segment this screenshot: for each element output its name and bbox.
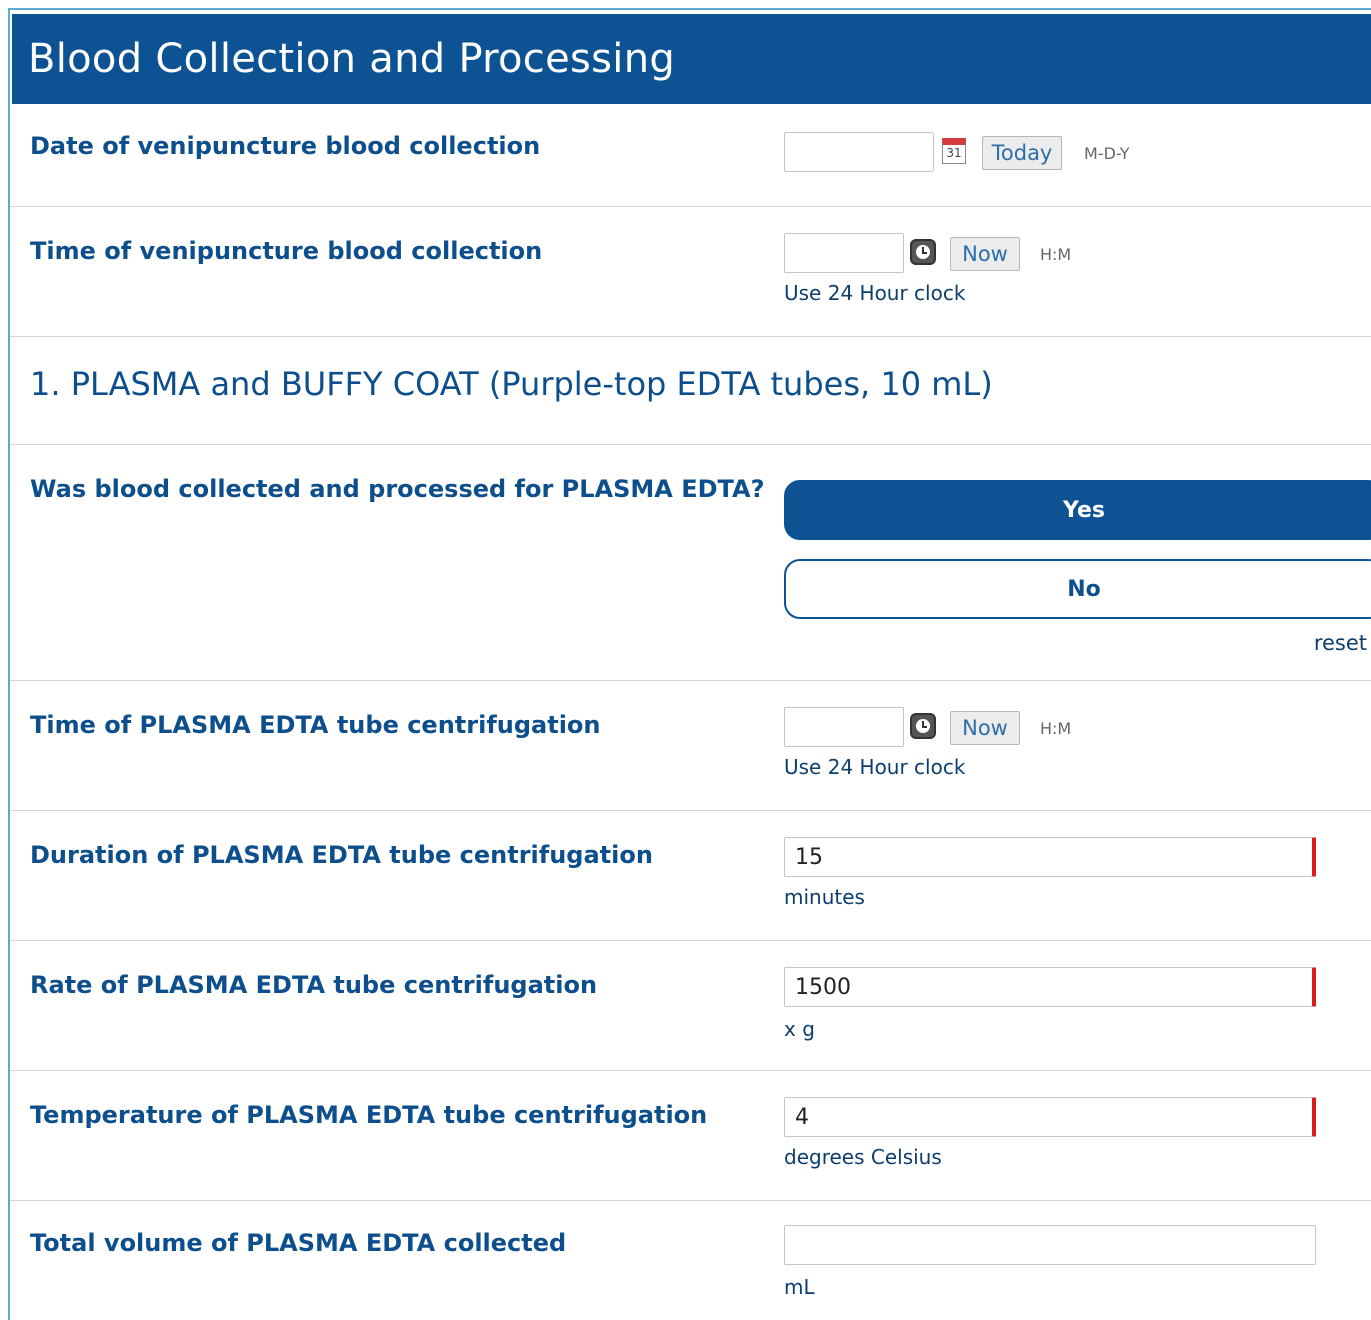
row-date-collection: Date of venipuncture blood collection 31… [10, 106, 1371, 206]
date-collection-input[interactable] [784, 132, 934, 172]
now-button[interactable]: Now [950, 237, 1020, 271]
row-time-centrifugation: Time of PLASMA EDTA tube centrifugation … [10, 680, 1371, 810]
now-button[interactable]: Now [950, 711, 1020, 745]
calendar-icon[interactable]: 31 [942, 138, 966, 164]
temperature-unit: degrees Celsius [784, 1145, 942, 1169]
rate-unit: x g [784, 1017, 815, 1041]
time-collection-label: Time of venipuncture blood collection [30, 237, 543, 265]
time-centrifugation-input[interactable] [784, 707, 904, 747]
section-title: 1. PLASMA and BUFFY COAT (Purple-top EDT… [30, 365, 993, 403]
row-plasma-collected: Was blood collected and processed for PL… [10, 444, 1371, 680]
time-clock-note: Use 24 Hour clock [784, 281, 966, 305]
time-clock-note: Use 24 Hour clock [784, 755, 966, 779]
time-centrifugation-label: Time of PLASMA EDTA tube centrifugation [30, 711, 601, 739]
temperature-label: Temperature of PLASMA EDTA tube centrifu… [30, 1101, 708, 1129]
row-temperature: Temperature of PLASMA EDTA tube centrifu… [10, 1070, 1371, 1200]
clock-icon[interactable] [910, 713, 936, 739]
row-duration: Duration of PLASMA EDTA tube centrifugat… [10, 810, 1371, 940]
volume-label: Total volume of PLASMA EDTA collected [30, 1229, 567, 1257]
yes-option-button[interactable]: Yes [784, 480, 1371, 540]
time-format-hint: H:M [1040, 719, 1072, 738]
rate-input[interactable] [784, 967, 1316, 1007]
reset-link[interactable]: reset [1314, 631, 1367, 655]
time-format-hint: H:M [1040, 245, 1072, 264]
row-time-collection: Time of venipuncture blood collection No… [10, 206, 1371, 336]
plasma-collected-label: Was blood collected and processed for PL… [30, 475, 765, 503]
rate-label: Rate of PLASMA EDTA tube centrifugation [30, 971, 598, 999]
date-format-hint: M-D-Y [1084, 144, 1130, 163]
no-option-button[interactable]: No [784, 559, 1371, 619]
clock-icon[interactable] [910, 239, 936, 265]
duration-input[interactable] [784, 837, 1316, 877]
page-title: Blood Collection and Processing [12, 14, 1371, 104]
volume-unit: mL [784, 1275, 815, 1299]
temperature-input[interactable] [784, 1097, 1316, 1137]
duration-label: Duration of PLASMA EDTA tube centrifugat… [30, 841, 653, 869]
row-volume: Total volume of PLASMA EDTA collected mL [10, 1200, 1371, 1320]
form-frame: Blood Collection and Processing Date of … [8, 8, 1371, 1320]
row-rate: Rate of PLASMA EDTA tube centrifugation … [10, 940, 1371, 1070]
duration-unit: minutes [784, 885, 865, 909]
date-collection-label: Date of venipuncture blood collection [30, 132, 541, 160]
section-plasma-header: 1. PLASMA and BUFFY COAT (Purple-top EDT… [10, 336, 1371, 444]
today-button[interactable]: Today [982, 136, 1062, 170]
volume-input[interactable] [784, 1225, 1316, 1265]
time-collection-input[interactable] [784, 233, 904, 273]
